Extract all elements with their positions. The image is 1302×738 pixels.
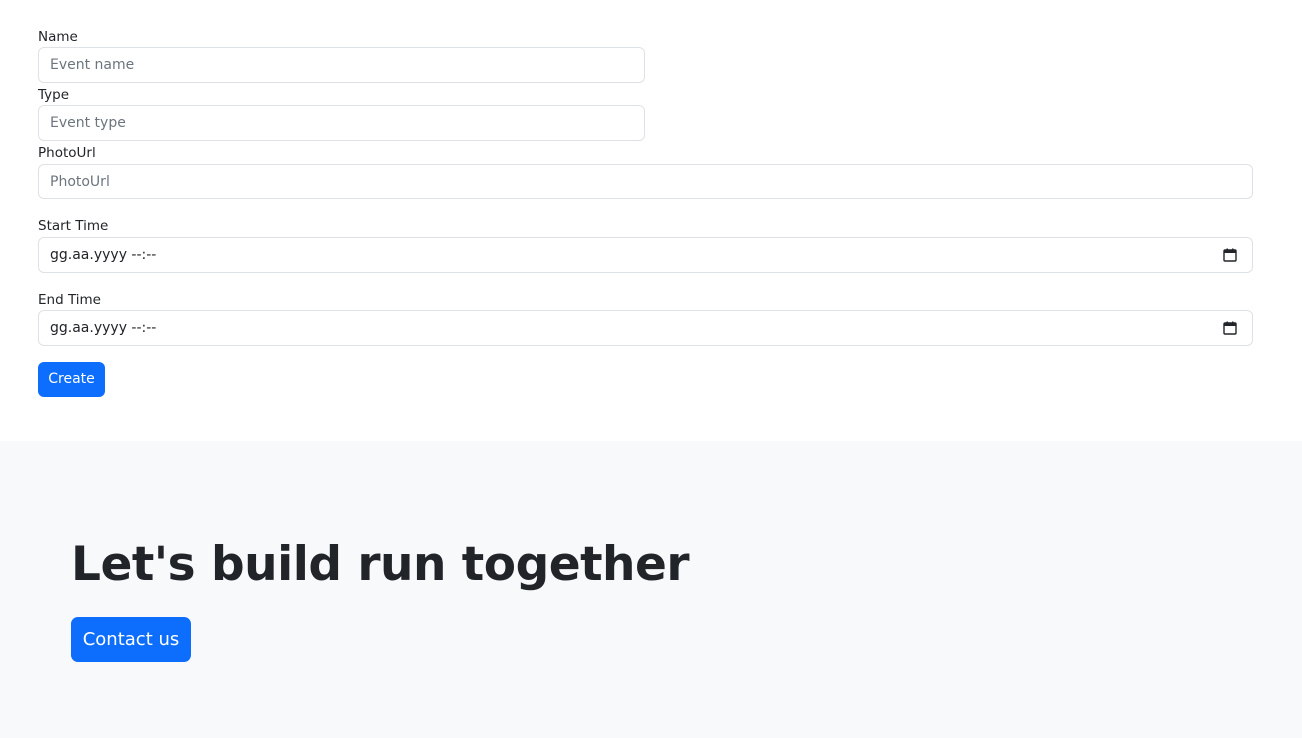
name-label: Name	[38, 29, 78, 45]
type-label: Type	[38, 87, 70, 103]
photourl-label: PhotoUrl	[38, 145, 96, 161]
contact-us-button[interactable]: Contact us	[71, 617, 191, 662]
start-time-value: gg.aa.yyyy --:--	[50, 247, 157, 263]
hero-title: Let's build run together	[71, 537, 690, 592]
start-time-input[interactable]: gg.aa.yyyy --:--	[38, 237, 1253, 273]
end-time-value: gg.aa.yyyy --:--	[50, 320, 157, 336]
calendar-icon[interactable]	[1223, 321, 1237, 335]
end-time-input[interactable]: gg.aa.yyyy --:--	[38, 310, 1253, 346]
hero-section: Let's build run together Contact us	[0, 441, 1302, 738]
event-type-input[interactable]	[38, 105, 645, 141]
end-time-label: End Time	[38, 292, 101, 308]
photourl-input[interactable]	[38, 164, 1253, 199]
calendar-icon[interactable]	[1223, 248, 1237, 262]
event-name-input[interactable]	[38, 47, 645, 83]
start-time-label: Start Time	[38, 218, 109, 234]
event-form: Name Type PhotoUrl Start Time gg.aa.yyyy…	[0, 0, 1302, 441]
create-button[interactable]: Create	[38, 362, 105, 397]
